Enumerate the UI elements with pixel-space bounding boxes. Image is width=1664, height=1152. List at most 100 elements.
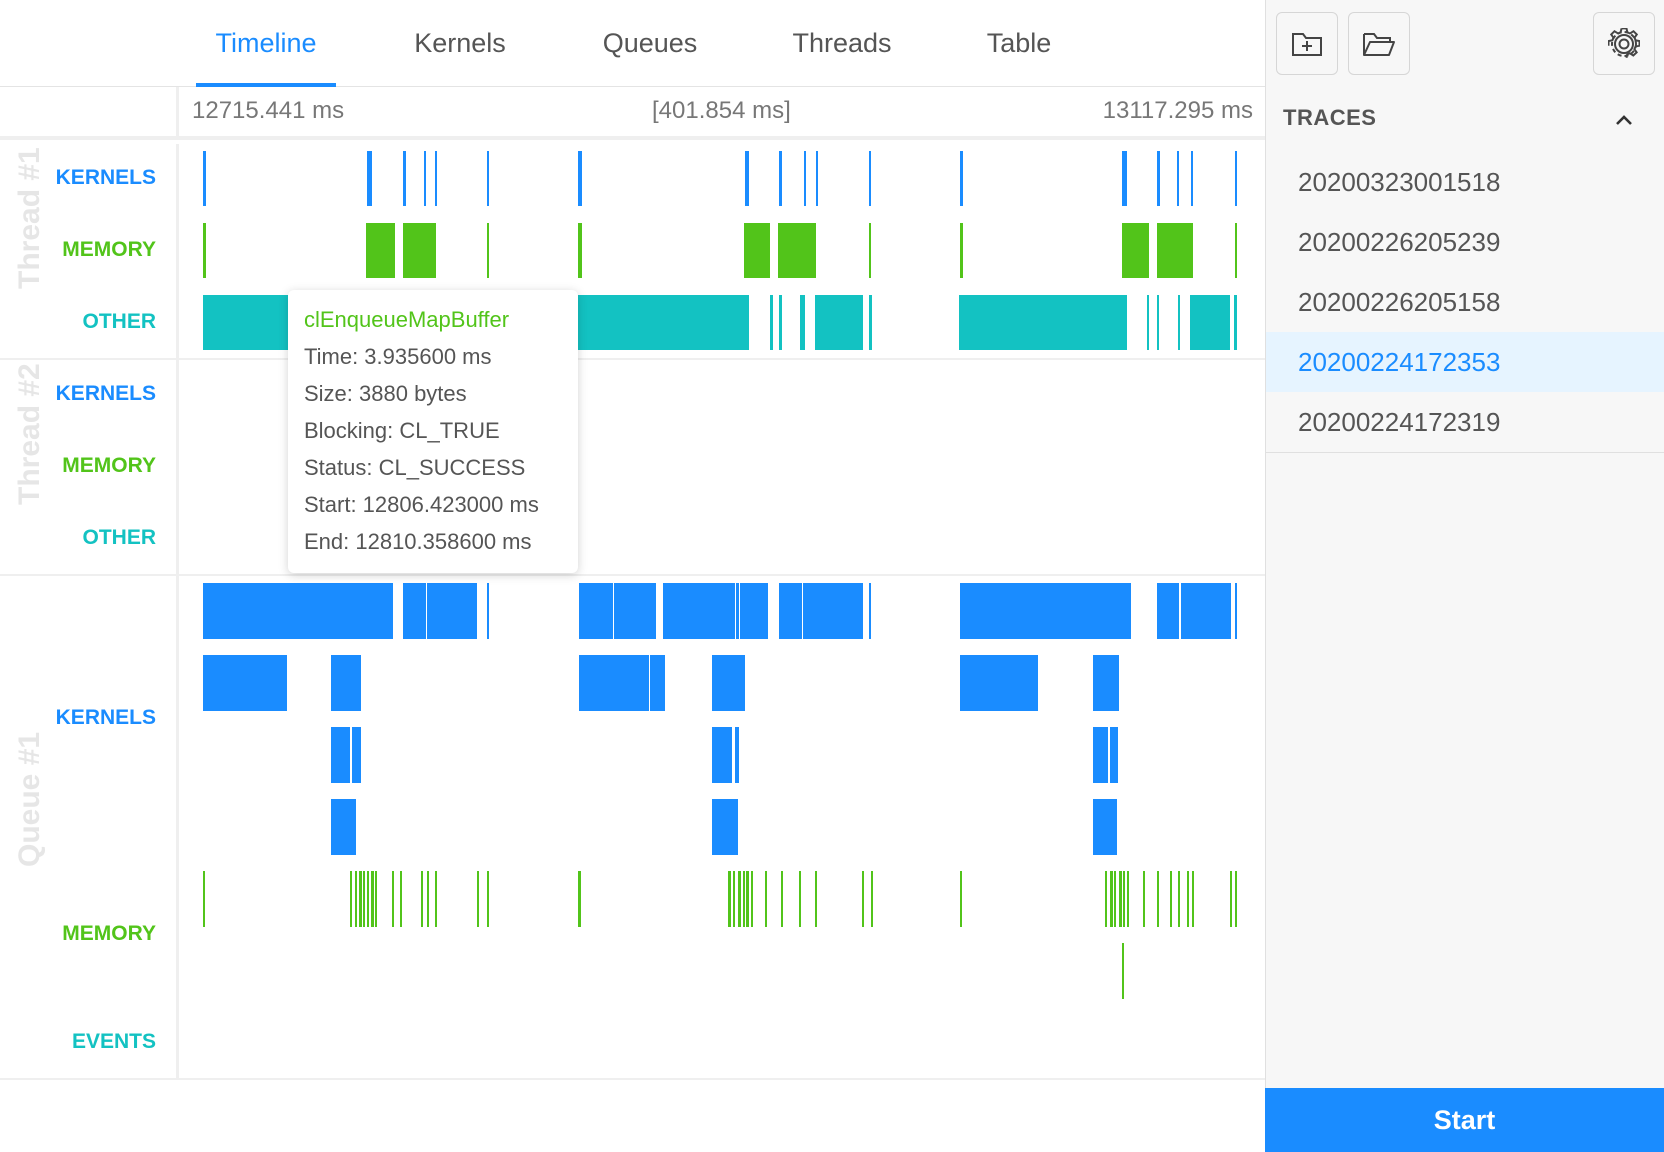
kernel-event[interactable]: [1093, 727, 1108, 783]
kernel-event[interactable]: [736, 583, 739, 639]
memory-event[interactable]: [871, 871, 873, 927]
kernel-event[interactable]: [740, 583, 768, 639]
timeline-area[interactable]: Thread #1 KERNELS MEMORY OTHER Thread #2…: [0, 144, 1265, 1080]
memory-event[interactable]: [203, 871, 205, 927]
memory-event[interactable]: [765, 871, 767, 927]
kernel-event[interactable]: [960, 655, 1038, 711]
kernel-event[interactable]: [1093, 799, 1117, 855]
kernel-event[interactable]: [779, 583, 802, 639]
kernel-event[interactable]: [331, 655, 361, 711]
kernel-event[interactable]: [203, 151, 206, 206]
kernel-event[interactable]: [712, 799, 738, 855]
tab-threads[interactable]: Threads: [780, 0, 904, 87]
kernel-event[interactable]: [331, 727, 350, 783]
kernel-event[interactable]: [735, 727, 739, 783]
memory-event[interactable]: [1123, 871, 1125, 927]
memory-event[interactable]: [403, 223, 436, 278]
memory-event[interactable]: [1178, 871, 1180, 927]
memory-event[interactable]: [1235, 871, 1237, 927]
kernel-event[interactable]: [331, 799, 356, 855]
memory-event[interactable]: [1157, 223, 1193, 278]
tab-table[interactable]: Table: [972, 0, 1066, 87]
kernel-event[interactable]: [578, 151, 582, 206]
memory-event[interactable]: [578, 871, 581, 927]
timeline-tracks[interactable]: [0, 144, 1265, 1080]
kernel-event[interactable]: [816, 151, 818, 206]
memory-event[interactable]: [746, 871, 749, 927]
memory-event[interactable]: [1114, 871, 1116, 927]
memory-event[interactable]: [359, 871, 362, 927]
memory-event[interactable]: [367, 871, 369, 927]
memory-event[interactable]: [960, 223, 963, 278]
trace-item[interactable]: 20200226205239: [1266, 212, 1664, 272]
memory-event[interactable]: [1105, 871, 1107, 927]
other-event[interactable]: [770, 295, 773, 350]
memory-event[interactable]: [751, 871, 753, 927]
memory-event[interactable]: [435, 871, 437, 927]
memory-event[interactable]: [1235, 223, 1237, 278]
other-event[interactable]: [1178, 295, 1180, 350]
start-button[interactable]: Start: [1265, 1088, 1664, 1152]
kernel-event[interactable]: [1181, 583, 1231, 639]
kernel-event[interactable]: [663, 583, 735, 639]
memory-event[interactable]: [363, 871, 365, 927]
memory-event[interactable]: [1122, 943, 1124, 999]
kernel-event[interactable]: [869, 151, 871, 206]
memory-event[interactable]: [799, 871, 801, 927]
other-event[interactable]: [1147, 295, 1149, 350]
kernel-event[interactable]: [712, 655, 745, 711]
other-event[interactable]: [959, 295, 1127, 350]
kernel-event[interactable]: [487, 151, 489, 206]
other-event[interactable]: [779, 295, 782, 350]
memory-event[interactable]: [1110, 871, 1113, 927]
kernel-event[interactable]: [367, 151, 372, 206]
kernel-event[interactable]: [352, 727, 361, 783]
trace-item[interactable]: 20200323001518: [1266, 152, 1664, 212]
memory-event[interactable]: [427, 871, 429, 927]
memory-event[interactable]: [778, 223, 816, 278]
memory-event[interactable]: [350, 871, 352, 927]
tab-kernels[interactable]: Kernels: [400, 0, 520, 87]
trace-item-selected[interactable]: 20200224172353: [1266, 332, 1664, 392]
tab-queues[interactable]: Queues: [590, 0, 710, 87]
memory-event[interactable]: [733, 871, 735, 927]
kernel-event[interactable]: [403, 583, 426, 639]
kernel-event[interactable]: [1191, 151, 1193, 206]
kernel-event[interactable]: [779, 151, 782, 206]
memory-event[interactable]: [366, 223, 395, 278]
other-event[interactable]: [869, 295, 872, 350]
kernel-event[interactable]: [435, 151, 437, 206]
kernel-event[interactable]: [403, 151, 406, 206]
memory-event[interactable]: [1119, 871, 1122, 927]
other-event[interactable]: [1234, 295, 1237, 350]
memory-event[interactable]: [355, 871, 357, 927]
memory-event[interactable]: [1127, 871, 1129, 927]
traces-header[interactable]: TRACES: [1266, 95, 1664, 145]
kernel-event[interactable]: [1093, 655, 1119, 711]
memory-event[interactable]: [1143, 871, 1145, 927]
trace-item[interactable]: 20200226205158: [1266, 272, 1664, 332]
chevron-up-icon[interactable]: [1611, 107, 1637, 133]
kernel-event[interactable]: [579, 583, 613, 639]
other-event[interactable]: [1157, 295, 1159, 350]
kernel-event[interactable]: [650, 655, 665, 711]
kernel-event[interactable]: [1177, 151, 1179, 206]
memory-event[interactable]: [862, 871, 864, 927]
memory-event[interactable]: [743, 871, 745, 927]
memory-event[interactable]: [1122, 223, 1149, 278]
kernel-event[interactable]: [712, 727, 732, 783]
kernel-event[interactable]: [745, 151, 749, 206]
kernel-event[interactable]: [804, 151, 806, 206]
tab-timeline[interactable]: Timeline: [196, 0, 336, 87]
memory-event[interactable]: [1170, 871, 1172, 927]
memory-event[interactable]: [578, 223, 582, 278]
memory-event[interactable]: [1230, 871, 1232, 927]
memory-event[interactable]: [728, 871, 731, 927]
kernel-event[interactable]: [1110, 727, 1118, 783]
kernel-event[interactable]: [614, 583, 656, 639]
settings-button[interactable]: [1593, 12, 1655, 75]
memory-event[interactable]: [815, 871, 817, 927]
memory-event[interactable]: [744, 223, 770, 278]
trace-item[interactable]: 20200224172319: [1266, 392, 1664, 452]
kernel-event[interactable]: [960, 583, 1131, 639]
